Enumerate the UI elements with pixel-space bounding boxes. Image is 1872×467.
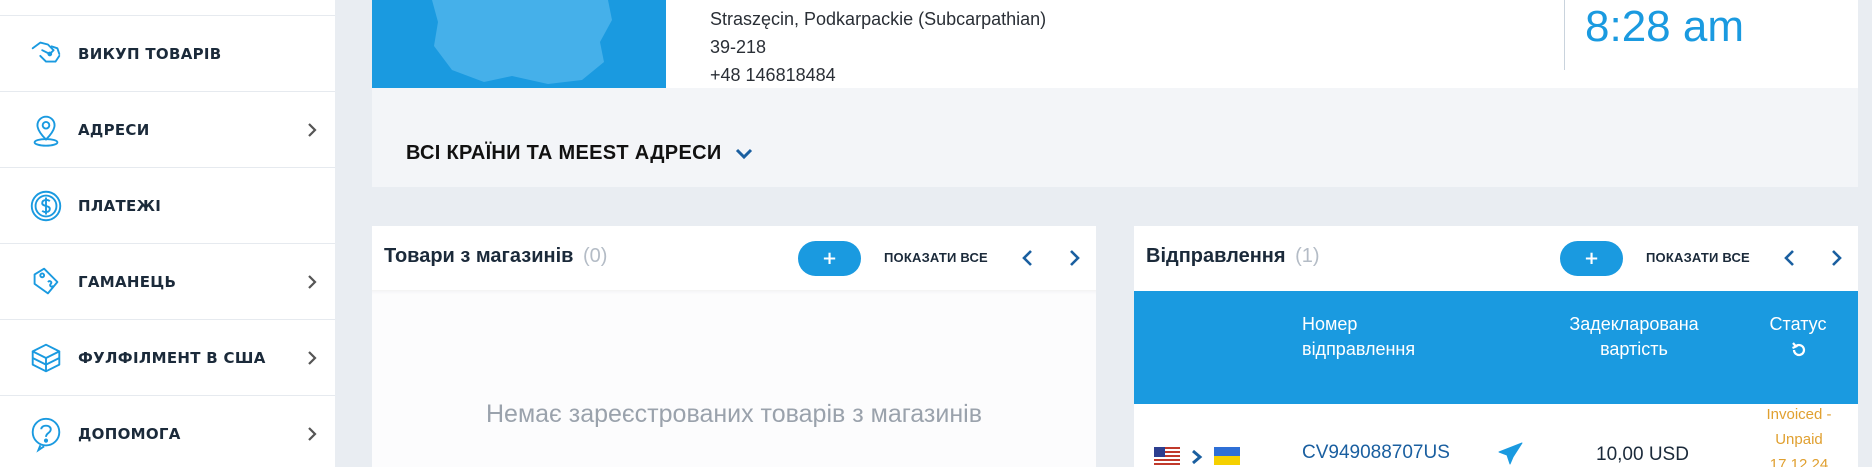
us-flag-icon	[1154, 447, 1180, 465]
sidebar-item-label: ФУЛФІЛМЕНТ В США	[78, 348, 266, 367]
show-all-store-goods-link[interactable]: ПОКАЗАТИ ВСЕ	[884, 250, 988, 265]
country-map	[372, 0, 666, 88]
countries-dropdown[interactable]: ВСІ КРАЇНИ ТА MEEST АДРЕСИ	[406, 142, 754, 165]
sidebar-item-label: АДРЕСИ	[78, 120, 150, 139]
warehouse-postal-code: 39-218	[710, 37, 767, 57]
store-goods-count: (0)	[582, 245, 608, 267]
panel-title: Відправлення (1)	[1146, 245, 1320, 268]
question-icon	[26, 414, 66, 454]
chevron-right-icon	[1192, 449, 1203, 465]
warehouse-city: Straszęcin, Podkarpackie (Subcarpathian)	[710, 9, 1047, 29]
sidebar-item-payments[interactable]: ПЛАТЕЖІ	[0, 168, 335, 244]
shipments-table-header: Номер відправлення Задекларована вартіст…	[1134, 291, 1858, 404]
sidebar-item-label: ПЛАТЕЖІ	[78, 196, 162, 215]
chevron-right-icon[interactable]	[1826, 248, 1846, 268]
tracking-number-link[interactable]: CV949088707US	[1302, 442, 1450, 464]
sidebar: ВИКУП ТОВАРІВ АДРЕСИ ПЛАТЕЖІ ГАМАНЕЦЬ ФУ…	[0, 0, 335, 467]
wallet-tag-icon	[26, 262, 66, 302]
chevron-left-icon[interactable]	[1018, 248, 1038, 268]
chevron-right-icon	[308, 274, 317, 289]
panel-title: Товари з магазинів (0)	[384, 245, 607, 268]
shipments-panel: Відправлення (1) + ПОКАЗАТИ ВСЕ Номер ві…	[1134, 226, 1858, 467]
empty-state: Немає зареєстрованих товарів з магазинів	[372, 290, 1096, 467]
status-badge: Invoiced - Unpaid 17.12.24	[1766, 406, 1832, 467]
countries-label: ВСІ КРАЇНИ ТА MEEST АДРЕСИ	[406, 142, 722, 164]
add-shipment-button[interactable]: +	[1560, 241, 1623, 276]
sidebar-item-wallet[interactable]: ГАМАНЕЦЬ	[0, 244, 335, 320]
column-header-status: Статус	[1769, 314, 1827, 334]
sidebar-item-addresses[interactable]: АДРЕСИ	[0, 92, 335, 168]
local-time: 8:28 am	[1585, 2, 1744, 51]
shopping-return-icon	[26, 34, 66, 74]
sidebar-item-help[interactable]: ДОПОМОГА	[0, 396, 335, 467]
sidebar-item-purchase[interactable]: ВИКУП ТОВАРІВ	[0, 16, 335, 92]
chevron-right-icon	[308, 426, 317, 441]
show-all-shipments-link[interactable]: ПОКАЗАТИ ВСЕ	[1646, 250, 1750, 265]
chevron-left-icon[interactable]	[1780, 248, 1800, 268]
store-goods-panel: Товари з магазинів (0) + ПОКАЗАТИ ВСЕ Не…	[372, 226, 1096, 467]
divider	[1564, 0, 1565, 70]
add-store-goods-button[interactable]: +	[798, 241, 861, 276]
panel-header: Товари з магазинів (0) + ПОКАЗАТИ ВСЕ	[372, 226, 1096, 290]
declared-value: 10,00 USD	[1596, 444, 1689, 465]
refresh-icon[interactable]	[1790, 341, 1808, 359]
sidebar-item-label: ГАМАНЕЦЬ	[78, 272, 177, 291]
sidebar-top-item[interactable]	[0, 0, 335, 16]
sidebar-item-label: ВИКУП ТОВАРІВ	[78, 44, 222, 63]
store-goods-title: Товари з магазинів	[384, 245, 574, 267]
countries-section: ВСІ КРАЇНИ ТА MEEST АДРЕСИ	[372, 88, 1858, 187]
dollar-coin-icon	[26, 186, 66, 226]
chevron-right-icon[interactable]	[1064, 248, 1084, 268]
shipments-title: Відправлення	[1146, 245, 1286, 267]
warehouse-card: Straszęcin, Podkarpackie (Subcarpathian)…	[372, 0, 1858, 88]
location-pin-icon	[26, 110, 66, 150]
column-header-declared: Задекларована вартість	[1569, 314, 1699, 359]
warehouse-phone: +48 146818484	[710, 65, 836, 85]
chevron-right-icon	[308, 122, 317, 137]
panel-header: Відправлення (1) + ПОКАЗАТИ ВСЕ	[1134, 226, 1858, 290]
shipments-count: (1)	[1295, 245, 1320, 267]
airplane-icon	[1498, 442, 1523, 465]
table-row[interactable]: CV949088707US 10,00 USD Invoiced - Unpai…	[1134, 404, 1858, 467]
column-header-number: Номер відправлення	[1302, 314, 1416, 359]
boxes-icon	[26, 338, 66, 378]
chevron-right-icon	[308, 350, 317, 365]
sidebar-item-fulfillment[interactable]: ФУЛФІЛМЕНТ В США	[0, 320, 335, 396]
ua-flag-icon	[1214, 447, 1240, 465]
empty-message: Немає зареєстрованих товарів з магазинів	[486, 400, 982, 428]
sidebar-item-label: ДОПОМОГА	[78, 424, 181, 443]
chevron-down-icon	[735, 148, 752, 159]
